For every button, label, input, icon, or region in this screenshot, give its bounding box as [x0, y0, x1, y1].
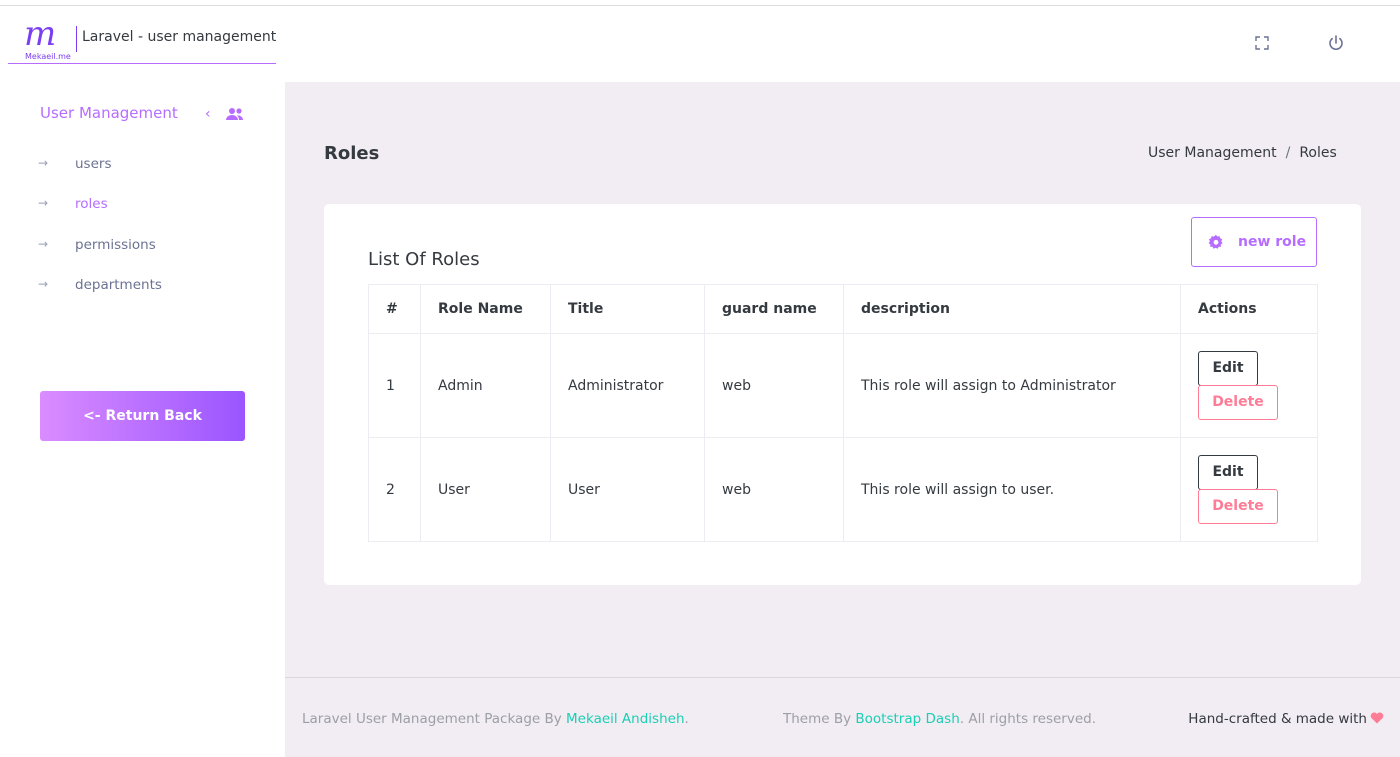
cell-guard-name: web [704, 333, 844, 438]
sidebar-item-label: users [75, 156, 112, 172]
users-group-icon [225, 106, 245, 122]
column-header-actions: Actions [1180, 284, 1318, 334]
delete-button[interactable]: Delete [1198, 489, 1278, 524]
cell-number: 1 [368, 333, 421, 438]
edit-button[interactable]: Edit [1198, 351, 1258, 386]
sidebar-item-label: permissions [75, 237, 156, 253]
sidebar-item-departments[interactable]: → departments [38, 275, 238, 299]
column-header-guard-name: guard name [704, 284, 844, 334]
footer-author-link[interactable]: Mekaeil Andisheh [566, 711, 684, 727]
cell-role-name: User [420, 437, 551, 542]
brand-divider [76, 26, 77, 52]
breadcrumb-item-user-management[interactable]: User Management [1148, 145, 1277, 161]
cell-title: User [550, 437, 705, 542]
arrow-right-icon: → [38, 277, 49, 291]
sidebar-item-roles[interactable]: → roles [38, 194, 238, 218]
logo-caption: Mekaeil.me [25, 52, 71, 61]
arrow-right-icon: → [38, 237, 49, 251]
footer-theme-link[interactable]: Bootstrap Dash [855, 711, 959, 727]
cell-number: 2 [368, 437, 421, 542]
logo-letter: m [24, 14, 57, 54]
cell-description: This role will assign to user. [843, 437, 1181, 542]
page-title: Roles [324, 143, 380, 164]
sidebar-item-users[interactable]: → users [38, 154, 238, 178]
sidebar-item-permissions[interactable]: → permissions [38, 235, 238, 259]
roles-table: # Role Name Title guard name description… [368, 284, 1318, 542]
heart-icon [1370, 712, 1384, 724]
table-header-row: # Role Name Title guard name description… [368, 284, 1318, 334]
column-header-title: Title [550, 284, 705, 334]
footer-credit-suffix: . [684, 711, 689, 727]
chevron-left-icon[interactable]: ‹ [205, 106, 217, 122]
breadcrumb: User Management / Roles [1148, 145, 1337, 161]
sidebar-heading[interactable]: User Management [40, 104, 178, 122]
arrow-right-icon: → [38, 196, 49, 210]
brand[interactable]: m Mekaeil.me Laravel - user management [8, 16, 277, 64]
column-header-number: # [368, 284, 421, 334]
cell-title: Administrator [550, 333, 705, 438]
arrow-right-icon: → [38, 156, 49, 170]
breadcrumb-separator: / [1285, 145, 1291, 161]
cell-actions: Edit Delete [1180, 437, 1318, 542]
roles-card: List Of Roles new role # Role Name Title… [324, 204, 1361, 585]
footer-credit: Laravel User Management Package By Mekae… [302, 711, 689, 727]
footer-credit-text: Laravel User Management Package By [302, 711, 567, 727]
footer-handcrafted: Hand-crafted & made with [1188, 711, 1384, 727]
footer-theme-text: Theme By [783, 711, 856, 727]
delete-button[interactable]: Delete [1198, 385, 1278, 420]
cell-role-name: Admin [420, 333, 551, 438]
sidebar: User Management ‹ → users → roles → perm… [0, 82, 285, 757]
table-row: 2 User User web This role will assign to… [368, 437, 1318, 542]
new-role-button[interactable]: new role [1191, 217, 1317, 267]
app-title: Laravel - user management [82, 29, 277, 45]
cell-actions: Edit Delete [1180, 333, 1318, 438]
footer-rights-text: . All rights reserved. [959, 711, 1097, 727]
cell-guard-name: web [704, 437, 844, 542]
footer-handcrafted-text: Hand-crafted & made with [1188, 711, 1367, 727]
gear-icon [1208, 234, 1224, 250]
column-header-role-name: Role Name [420, 284, 551, 334]
cell-description: This role will assign to Administrator [843, 333, 1181, 438]
fullscreen-icon[interactable] [1253, 34, 1271, 52]
footer: Laravel User Management Package By Mekae… [285, 677, 1400, 757]
edit-button[interactable]: Edit [1198, 455, 1258, 490]
footer-theme-credit: Theme By Bootstrap Dash. All rights rese… [783, 711, 1096, 727]
logo: m Mekaeil.me [24, 16, 74, 64]
breadcrumb-item-roles: Roles [1299, 145, 1337, 161]
sidebar-item-label: departments [75, 277, 162, 293]
table-row: 1 Admin Administrator web This role will… [368, 333, 1318, 438]
sidebar-item-label: roles [75, 196, 108, 212]
column-header-description: description [843, 284, 1181, 334]
top-navbar: m Mekaeil.me Laravel - user management [0, 6, 1400, 82]
card-title: List Of Roles [368, 249, 480, 270]
new-role-label: new role [1238, 234, 1307, 250]
power-icon[interactable] [1327, 34, 1345, 52]
return-back-button[interactable]: <- Return Back [40, 391, 245, 441]
